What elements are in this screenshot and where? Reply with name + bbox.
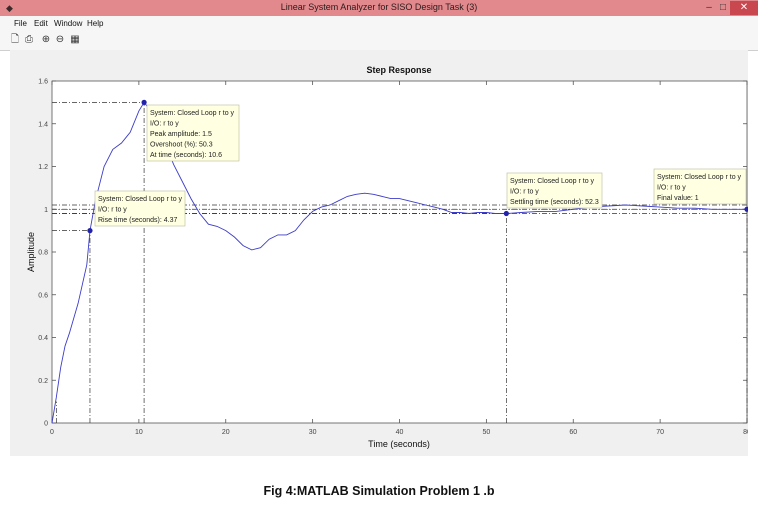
toolbar: 🗋 ⎙ ⊕ ⊖ ▦	[0, 32, 758, 51]
menu-file[interactable]: File	[14, 19, 27, 28]
datatip-line: I/O: r to y	[150, 121, 179, 128]
datatip-line: I/O: r to y	[657, 185, 686, 192]
zoom-in-icon[interactable]: ⊕	[40, 34, 52, 46]
menu-help[interactable]: Help	[87, 19, 103, 28]
datatip-line: I/O: r to y	[510, 189, 539, 196]
datatip-line: Final value: 1	[657, 195, 699, 202]
datatip: System: Closed Loop r to y I/O: r to y Pea…	[146, 104, 240, 162]
y-tick-label: 0.8	[38, 250, 48, 257]
datatip-line: Settling time (seconds): 52.3	[510, 199, 599, 206]
y-tick-label: 0.4	[38, 335, 48, 342]
new-file-icon[interactable]: 🗋	[9, 34, 21, 46]
x-tick-label: 80	[743, 429, 748, 436]
marker-point	[87, 228, 93, 234]
x-tick-label: 10	[135, 429, 143, 436]
y-tick-label: 0	[44, 421, 48, 428]
marker-point	[141, 99, 147, 105]
datatip-line: At time (seconds): 10.6	[150, 152, 222, 159]
chart-title: Step Response	[366, 65, 431, 75]
datatip-line: Overshoot (%): 50.3	[150, 142, 213, 149]
menu-window[interactable]: Window	[54, 19, 82, 28]
marker-point	[503, 210, 509, 217]
print-icon[interactable]: ⎙	[23, 34, 35, 46]
datatip-line: Peak amplitude: 1.5	[150, 131, 212, 138]
x-tick-label: 30	[309, 429, 317, 436]
datatip: System: Closed Loop r to y I/O: r to y Ris…	[94, 190, 186, 227]
datatip: System: Closed Loop r to y I/O: r to y Set…	[506, 172, 603, 209]
title-bar: ◆ Linear System Analyzer for SISO Design…	[0, 0, 758, 16]
figure-caption: Fig 4:MATLAB Simulation Problem 1 .b	[263, 484, 495, 498]
y-tick-label: 1.2	[38, 164, 48, 171]
y-tick-label: 0.6	[38, 292, 48, 299]
datatip-line: Rise time (seconds): 4.37	[98, 217, 177, 224]
step-response-chart[interactable]: Step Response Amplitude Time (seconds) 0…	[10, 50, 751, 456]
datatip-line: System: Closed Loop r to y	[98, 196, 183, 203]
menu-edit[interactable]: Edit	[34, 19, 48, 28]
x-axis-label: Time (seconds)	[368, 439, 430, 449]
maximize-button[interactable]: □	[716, 1, 730, 15]
x-tick-label: 70	[656, 429, 664, 436]
datatip-line: System: Closed Loop r to y	[150, 110, 235, 117]
y-axis-label: Amplitude	[26, 232, 36, 272]
y-tick-label: 1	[44, 207, 48, 214]
x-tick-label: 0	[50, 429, 54, 436]
datatip: System: Closed Loop r to y I/O: r to y Fin…	[653, 168, 747, 205]
datatip-line: System: Closed Loop r to y	[657, 174, 742, 181]
figure-panel: Step Response Amplitude Time (seconds) 0…	[10, 50, 751, 456]
close-button[interactable]: ✕	[730, 1, 758, 15]
grid-icon[interactable]: ▦	[69, 34, 81, 46]
y-tick-label: 1.4	[38, 121, 48, 128]
window-title: Linear System Analyzer for SISO Design T…	[280, 2, 478, 12]
menu-bar: File Edit Window Help	[0, 16, 758, 32]
y-tick-label: 0.2	[38, 378, 48, 385]
minimize-button[interactable]: –	[702, 1, 716, 15]
datatip-line: System: Closed Loop r to y	[510, 178, 595, 185]
x-tick-label: 20	[222, 429, 230, 436]
datatip-line: I/O: r to y	[98, 207, 127, 214]
x-tick-label: 60	[569, 429, 577, 436]
x-tick-label: 50	[482, 429, 490, 436]
x-tick-label: 40	[396, 429, 404, 436]
y-tick-label: 1.6	[38, 79, 48, 86]
zoom-out-icon[interactable]: ⊖	[54, 34, 66, 46]
